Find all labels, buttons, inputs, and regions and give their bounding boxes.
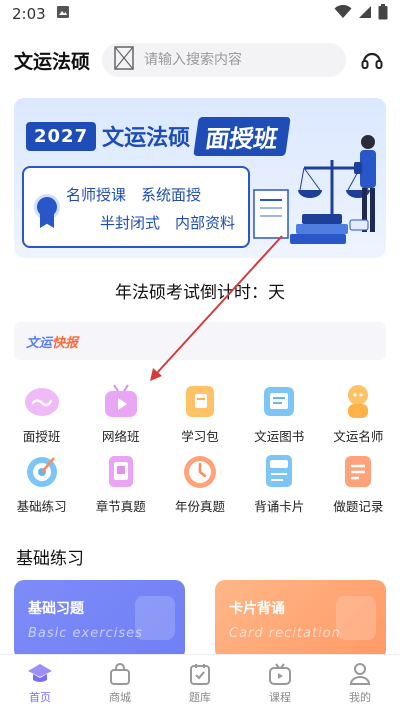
card-icon [260, 452, 298, 490]
basic-exercises-card[interactable]: 基础习题 Basic exercises [14, 580, 185, 660]
grid-label: 章节真题 [95, 499, 146, 514]
grid-item-chapter-questions[interactable]: 章节真题 [81, 452, 160, 514]
status-bar: 2:03 [0, 0, 400, 28]
banner-info-card: 名师授课 系统面授 半封闭式 内部资料 [22, 166, 250, 248]
search-input[interactable] [144, 52, 334, 68]
grid-item-yearly-questions[interactable]: 年份真题 [160, 452, 239, 514]
shop-icon [110, 662, 130, 685]
promo-banner[interactable]: 2027 文运法硕 面授班 名师授课 系统面授 半封闭式 内部资料 [14, 98, 386, 258]
grid-item-recite-cards[interactable]: 背诵卡片 [240, 452, 319, 514]
nav-profile[interactable]: 我的 [330, 662, 390, 705]
bottom-nav: 首页 商城 题库 课程 我的 [0, 654, 400, 711]
online-class-icon [102, 382, 140, 420]
practice-cards: 基础习题 Basic exercises 卡片背诵 Card recitatio… [14, 580, 386, 660]
clock-icon [181, 452, 219, 490]
news-tag-part-2: 快报 [52, 335, 79, 351]
banner-brand: 文运法硕 [102, 126, 191, 151]
search-image-placeholder-icon [114, 46, 134, 74]
question-bank-icon [190, 663, 210, 685]
card-recitation-card[interactable]: 卡片背诵 Card recitation [215, 580, 386, 660]
nav-course[interactable]: 课程 [250, 662, 310, 705]
nav-home[interactable]: 首页 [10, 662, 70, 705]
search-bar[interactable] [102, 43, 346, 77]
nav-shop[interactable]: 商城 [90, 662, 150, 705]
battery-icon [378, 4, 388, 24]
grid-item-basic-practice[interactable]: 基础练习 [2, 452, 81, 514]
wifi-icon [334, 4, 352, 23]
teacher-icon [339, 382, 377, 420]
app-title: 文运法硕 [14, 50, 91, 73]
grid-item-teachers[interactable]: 文运名师 [319, 382, 398, 444]
nav-label: 首页 [29, 690, 51, 704]
grid-label: 年份真题 [174, 499, 225, 514]
grid-item-study-pack[interactable]: 学习包 [160, 382, 239, 444]
grid-item-face-class[interactable]: 面授班 [2, 382, 81, 444]
book-icon [260, 382, 298, 420]
grid-label: 面授班 [22, 429, 61, 444]
medal-ribbon [40, 214, 54, 228]
status-time: 2:03 [12, 5, 46, 23]
banner-line-2: 半封闭式 内部资料 [100, 214, 236, 232]
image-notification-icon [56, 5, 70, 23]
card-decoration [336, 596, 376, 640]
nav-label: 题库 [189, 690, 211, 704]
grid-item-answer-records[interactable]: 做题记录 [319, 452, 398, 514]
nav-label: 商城 [109, 690, 131, 704]
face-class-icon [23, 382, 61, 420]
card-decoration [135, 596, 175, 640]
course-icon [269, 662, 291, 685]
grid-label: 基础练习 [16, 499, 67, 514]
signal-icon [358, 5, 372, 23]
grid-item-books[interactable]: 文运图书 [240, 382, 319, 444]
grid-label: 学习包 [181, 429, 219, 444]
nav-label: 课程 [269, 690, 291, 704]
record-icon [339, 452, 377, 490]
app-header: 文运法硕 [0, 28, 400, 92]
news-tag: 文运快报 [26, 332, 78, 351]
exam-countdown: 年法硕考试倒计时：天 [115, 283, 285, 303]
grid-label: 文运图书 [254, 429, 305, 444]
grid-label: 做题记录 [333, 499, 384, 514]
profile-icon [349, 662, 371, 685]
nav-label: 我的 [349, 690, 371, 704]
news-tag-part-1: 文运 [26, 335, 53, 351]
banner-line-1: 名师授课 系统面授 [66, 186, 202, 204]
banner-illustration [246, 122, 386, 258]
grid-label: 文运名师 [333, 429, 384, 444]
feature-grid: 面授班 网络班 学习包 文运图书 文运名师 基础练习 章节真题 年份真题 背诵卡… [0, 382, 400, 514]
news-bar[interactable]: 文运快报 [14, 322, 386, 360]
grid-label: 网络班 [102, 429, 140, 444]
nav-question-bank[interactable]: 题库 [170, 662, 230, 705]
chapter-icon [102, 452, 140, 490]
target-icon [23, 452, 61, 490]
study-pack-icon [181, 382, 219, 420]
section-title: 基础练习 [16, 549, 84, 569]
headset-icon[interactable] [358, 46, 386, 74]
home-icon [28, 663, 52, 682]
banner-year: 2027 [26, 121, 97, 151]
grid-item-online-class[interactable]: 网络班 [81, 382, 160, 444]
grid-label: 背诵卡片 [254, 499, 305, 514]
